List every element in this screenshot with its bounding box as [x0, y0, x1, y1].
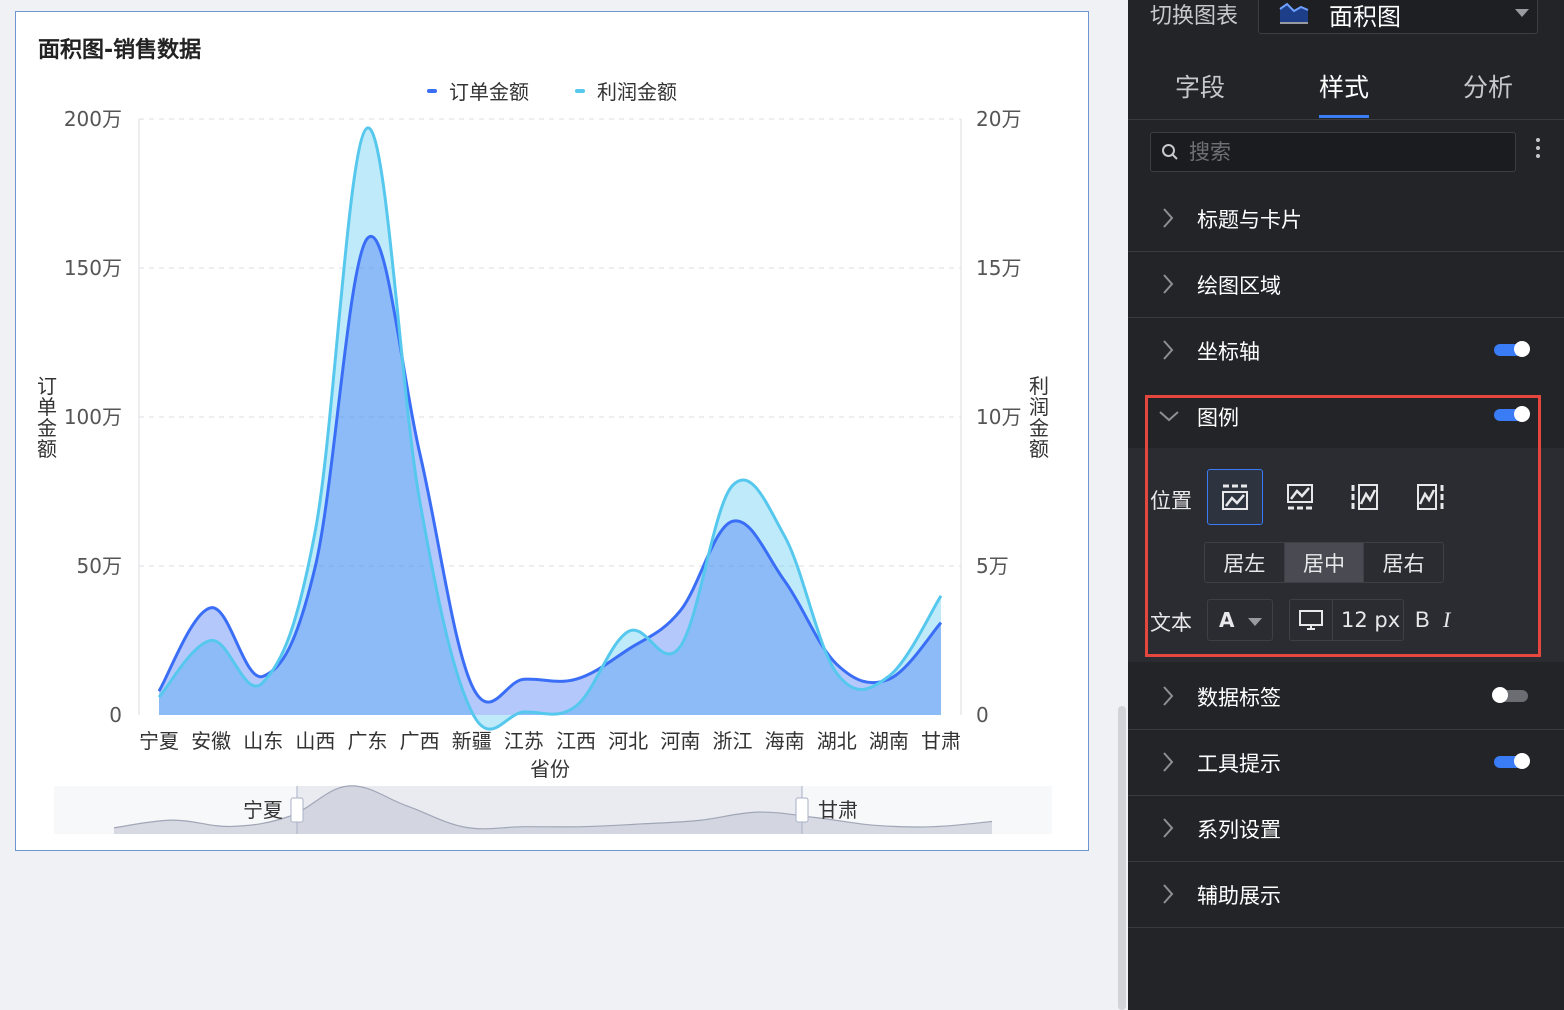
chart-switch-row: 切换图表 面积图: [1128, 0, 1564, 34]
y-right-tick-label: 20万: [976, 107, 1021, 131]
section-label-axis: 坐标轴: [1197, 340, 1260, 364]
tab-analysis[interactable]: 分析: [1463, 68, 1513, 104]
section-assist[interactable]: 辅助展示: [1128, 862, 1564, 928]
x-tick-label: 湖南: [869, 729, 909, 753]
chart-type-value: 面积图: [1329, 3, 1401, 31]
search-box: [1150, 132, 1516, 172]
x-tick-label: 甘肃: [921, 729, 961, 753]
chevron-right-icon: [1163, 274, 1174, 294]
x-tick-label: 湖北: [817, 729, 857, 753]
highlight-annotation-box: [1145, 395, 1541, 657]
y-right-axis-title: 利润金额: [1029, 374, 1049, 461]
section-label-assist: 辅助展示: [1197, 884, 1281, 908]
tooltip-toggle[interactable]: [1494, 753, 1530, 769]
search-icon: [1162, 144, 1178, 160]
chevron-right-icon: [1163, 752, 1174, 772]
x-tick-label: 广东: [348, 729, 388, 753]
area-chart: 0 050万 5万100万 10万150万 15万200万 20万宁夏 安徽 山东 山西 广东 广西…: [54, 107, 1052, 834]
chevron-right-icon: [1163, 340, 1174, 360]
section-title-card[interactable]: 标题与卡片: [1128, 186, 1564, 252]
section-series[interactable]: 系列设置: [1128, 796, 1564, 862]
x-tick-label: 安徽: [191, 729, 231, 753]
chart-type-select[interactable]: 面积图: [1258, 0, 1538, 34]
y-left-tick-label: 200万: [64, 107, 122, 131]
y-left-tick-label: 50万: [77, 554, 122, 578]
series-areas: [157, 126, 943, 731]
x-tick-label: 河北: [608, 729, 648, 753]
section-label-series: 系列设置: [1197, 818, 1281, 842]
y-right-tick-label: 15万: [976, 256, 1021, 280]
x-tick-label: 宁夏: [139, 729, 179, 753]
chart-card: 面积图-销售数据 订单金额 利润金额 0 0 50万 5万 100万 10万 150万 15万…: [15, 11, 1089, 851]
area-chart-icon: [1279, 2, 1309, 24]
more-options-icon[interactable]: [1532, 134, 1544, 170]
range-slider: 宁夏 甘肃: [54, 785, 1052, 834]
x-tick-label: 江西: [556, 729, 596, 753]
x-axis-title: 省份: [530, 757, 570, 781]
section-label-data-label: 数据标签: [1197, 686, 1281, 710]
x-tick-label: 山东: [243, 729, 283, 753]
data-label-toggle[interactable]: [1492, 687, 1528, 703]
panel-tabs: 字段 样式 分析: [1128, 62, 1564, 120]
y-right-tick-label: 5万: [976, 554, 1009, 578]
axis-toggle[interactable]: [1494, 341, 1530, 357]
slider-end-handle[interactable]: [795, 797, 809, 823]
profit-line: [157, 126, 943, 731]
tab-style[interactable]: 样式: [1319, 68, 1369, 104]
section-label-title-card: 标题与卡片: [1197, 208, 1302, 232]
grid-lines: [138, 118, 962, 715]
section-plot-area[interactable]: 绘图区域: [1128, 252, 1564, 318]
x-tick-label: 广西: [400, 729, 440, 753]
y-right-tick-label: 0: [976, 703, 989, 727]
chart-switch-label: 切换图表: [1150, 4, 1239, 29]
x-tick-label: 海南: [765, 729, 805, 753]
order-line: [157, 234, 943, 704]
profit-area: [159, 127, 941, 730]
tab-fields[interactable]: 字段: [1175, 68, 1225, 104]
y-left-tick-label: 0: [109, 703, 122, 727]
chevron-right-icon: [1163, 818, 1174, 838]
section-tooltip[interactable]: 工具提示: [1128, 730, 1564, 796]
scrollbar-thumb[interactable]: [1118, 706, 1126, 1010]
chevron-right-icon: [1163, 208, 1174, 228]
x-tick-label: 江苏: [504, 729, 544, 753]
y-right-tick-label: 10万: [976, 405, 1021, 429]
section-data-label[interactable]: 数据标签: [1128, 664, 1564, 730]
chevron-right-icon: [1163, 686, 1174, 706]
x-tick-label: 山西: [295, 729, 335, 753]
slider-start-label: 宁夏: [243, 798, 283, 822]
x-tick-label: 河南: [660, 729, 700, 753]
x-tick-label: 新疆: [452, 729, 492, 753]
section-label-tooltip: 工具提示: [1197, 752, 1281, 776]
tab-active-indicator: [1319, 115, 1369, 118]
search-input[interactable]: [1189, 137, 1489, 167]
slider-end-label: 甘肃: [818, 798, 858, 822]
y-left-tick-label: 100万: [64, 405, 122, 429]
y-left-tick-label: 150万: [64, 256, 122, 280]
slider-start-handle[interactable]: [290, 797, 304, 823]
y-left-axis-title: 订单金额: [37, 374, 57, 461]
chevron-down-icon: [1515, 9, 1529, 17]
section-axis[interactable]: 坐标轴: [1128, 318, 1564, 384]
section-label-plot-area: 绘图区域: [1197, 274, 1281, 298]
chevron-right-icon: [1163, 884, 1174, 904]
x-tick-label: 浙江: [712, 729, 752, 753]
